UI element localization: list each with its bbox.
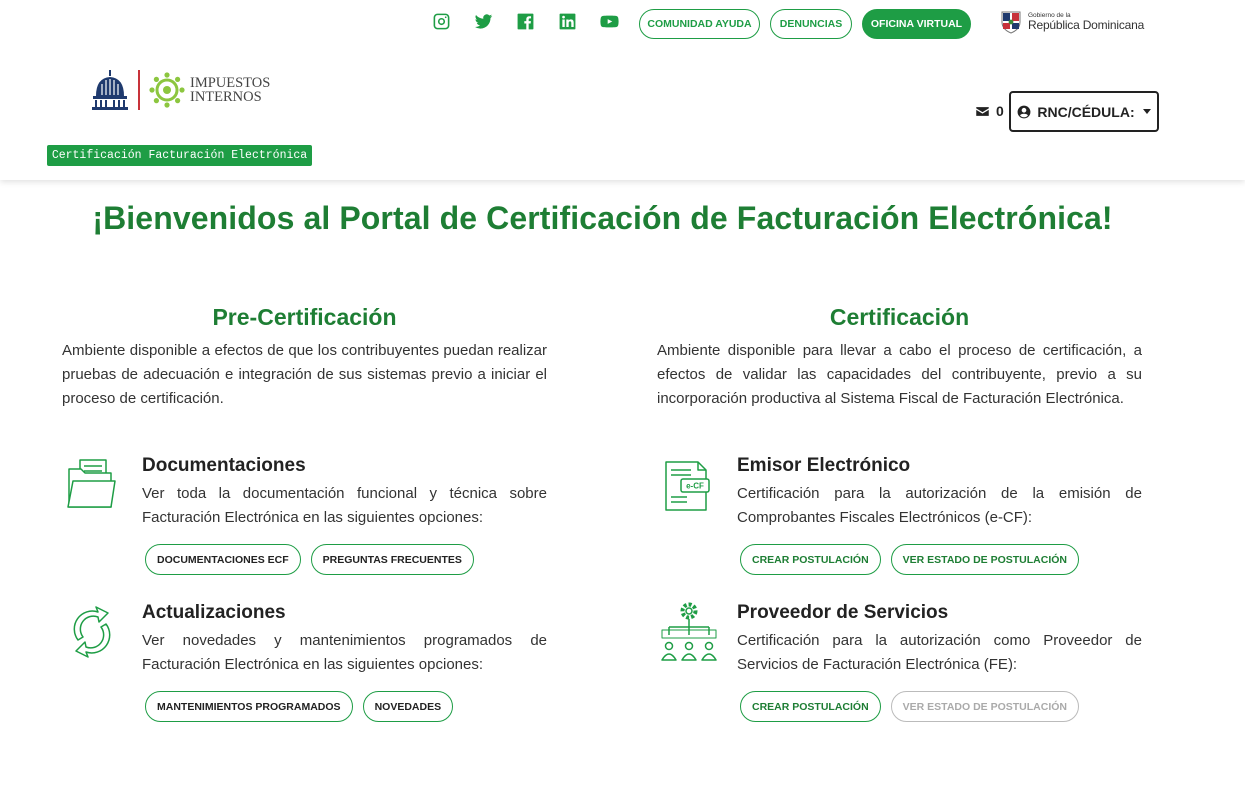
certificacion-desc: Ambiente disponible para llevar a cabo e… bbox=[657, 342, 1142, 407]
documentaciones-ecf-button[interactable]: DOCUMENTACIONES ECF bbox=[145, 544, 301, 575]
pre-certificacion-desc: Ambiente disponible a efectos de que los… bbox=[62, 342, 547, 407]
page-title: ¡Bienvenidos al Portal de Certificación … bbox=[92, 200, 1113, 236]
folder-documents-icon bbox=[62, 455, 122, 515]
sun-gear-icon bbox=[149, 72, 185, 108]
coat-of-arms-icon bbox=[1001, 11, 1021, 34]
actualizaciones-title: Actualizaciones bbox=[142, 602, 286, 623]
logo-line1: IMPUESTOS bbox=[190, 74, 271, 91]
proveedor-servicios-title: Proveedor de Servicios bbox=[737, 602, 949, 623]
youtube-icon[interactable] bbox=[588, 10, 630, 32]
novedades-button[interactable]: NOVEDADES bbox=[362, 691, 454, 722]
user-circle-icon bbox=[1017, 105, 1031, 118]
documentaciones-desc: Ver toda la documentación funcional y té… bbox=[142, 485, 547, 526]
linkedin-icon[interactable] bbox=[546, 10, 588, 32]
actualizaciones-card: Actualizaciones Ver novedades y mantenim… bbox=[62, 602, 547, 727]
oficina-virtual-button[interactable]: OFICINA VIRTUAL bbox=[862, 9, 971, 39]
twitter-icon[interactable] bbox=[462, 10, 504, 32]
network-gear-icon bbox=[657, 602, 717, 662]
impuestos-internos-logo[interactable]: IMPUESTOS INTERNOS bbox=[90, 70, 270, 110]
logo-line2: INTERNOS bbox=[190, 89, 262, 105]
mantenimientos-programados-button[interactable]: MANTENIMIENTOS PROGRAMADOS bbox=[145, 691, 353, 722]
certificacion-section: Certificación Ambiente disponible para l… bbox=[657, 304, 1142, 411]
rnc-cedula-dropdown[interactable]: RNC/CÉDULA: bbox=[1009, 91, 1159, 132]
emisor-electronico-card: e-CF Emisor Electrónico Certificación pa… bbox=[657, 455, 1142, 580]
proveedor-servicios-desc: Certificación para la autorización como … bbox=[737, 632, 1142, 673]
dome-icon bbox=[92, 70, 128, 110]
documentaciones-title: Documentaciones bbox=[142, 455, 306, 476]
proveedor-crear-postulacion-button[interactable]: CREAR POSTULACIÓN bbox=[740, 691, 881, 722]
pre-certificacion-section: Pre-Certificación Ambiente disponible a … bbox=[62, 304, 547, 411]
emisor-ver-estado-button[interactable]: VER ESTADO DE POSTULACIÓN bbox=[890, 544, 1079, 575]
actualizaciones-desc: Ver novedades y mantenimientos programad… bbox=[142, 632, 547, 673]
rnc-label: RNC/CÉDULA: bbox=[1037, 103, 1135, 120]
emisor-crear-postulacion-button[interactable]: CREAR POSTULACIÓN bbox=[740, 544, 881, 575]
caret-down-icon bbox=[1142, 109, 1151, 114]
proveedor-ver-estado-button[interactable]: VER ESTADO DE POSTULACIÓN bbox=[890, 691, 1079, 722]
proveedor-servicios-card: Proveedor de Servicios Certificación par… bbox=[657, 602, 1142, 727]
ecf-document-icon: e-CF bbox=[657, 455, 717, 515]
gobierno-logo[interactable]: Gobierno de la República Dominicana bbox=[998, 9, 1144, 35]
refresh-arrows-icon bbox=[62, 602, 122, 662]
logo-separator bbox=[138, 70, 140, 110]
messages-indicator[interactable]: 0 bbox=[975, 103, 1004, 119]
pre-certificacion-title: Pre-Certificación bbox=[212, 304, 397, 330]
certificacion-tag: Certificación Facturación Electrónica bbox=[47, 145, 312, 166]
preguntas-frecuentes-button[interactable]: PREGUNTAS FRECUENTES bbox=[310, 544, 474, 575]
site-header: COMUNIDAD AYUDA DENUNCIAS OFICINA VIRTUA… bbox=[0, 0, 1245, 180]
documentaciones-card: Documentaciones Ver toda la documentació… bbox=[62, 455, 547, 580]
instagram-icon[interactable] bbox=[420, 10, 462, 32]
ecf-icon-text: e-CF bbox=[686, 482, 704, 491]
social-links bbox=[420, 10, 630, 32]
gov-big-text: República Dominicana bbox=[1028, 18, 1145, 33]
facebook-icon[interactable] bbox=[504, 10, 546, 32]
envelope-icon bbox=[976, 106, 989, 116]
emisor-electronico-desc: Certificación para la autorización de la… bbox=[737, 485, 1142, 526]
comunidad-ayuda-button[interactable]: COMUNIDAD AYUDA bbox=[639, 9, 760, 39]
denuncias-button[interactable]: DENUNCIAS bbox=[770, 9, 852, 39]
certificacion-title: Certificación bbox=[829, 304, 970, 330]
emisor-electronico-title: Emisor Electrónico bbox=[737, 455, 911, 476]
message-count: 0 bbox=[996, 103, 1004, 119]
